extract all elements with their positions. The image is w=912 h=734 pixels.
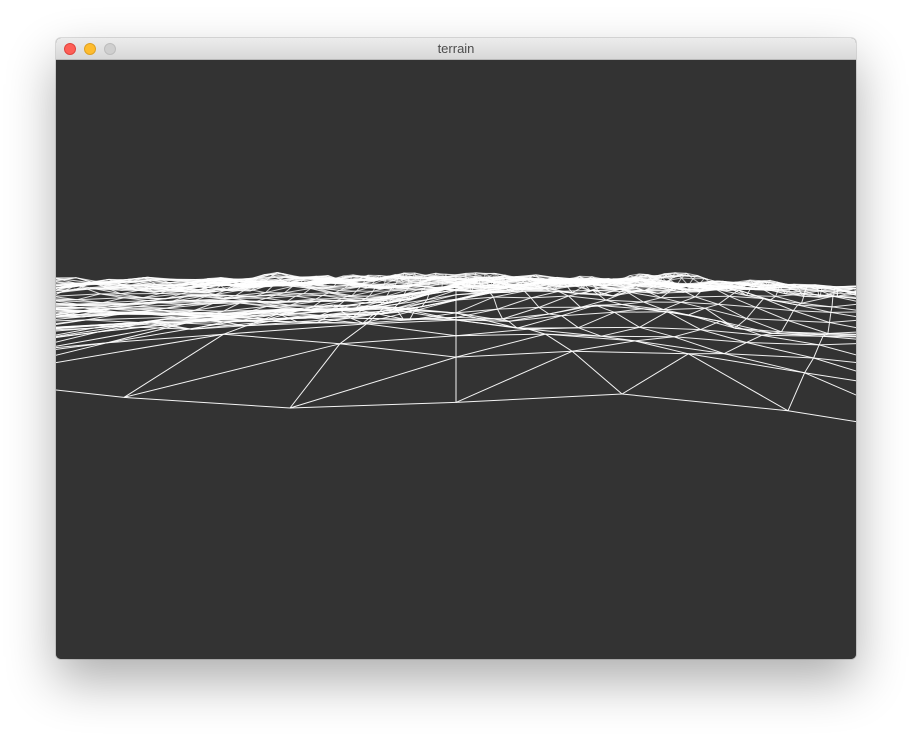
terrain-edge (295, 295, 316, 300)
terrain-edge (503, 277, 524, 279)
terrain-edge (619, 279, 630, 281)
terrain-edge (493, 296, 532, 299)
terrain-edge (695, 295, 730, 298)
terrain-edge (643, 297, 662, 303)
terrain-wireframe (56, 272, 856, 423)
terrain-edge (475, 272, 477, 277)
terrain-edge (829, 312, 832, 323)
terrain-edge (755, 298, 764, 308)
title-bar[interactable]: terrain (56, 38, 856, 60)
terrain-edge (265, 297, 288, 302)
terrain-edge (524, 290, 532, 299)
terrain-edge (455, 289, 482, 292)
terrain-edge (718, 295, 730, 305)
terrain-edge (56, 292, 58, 294)
terrain-edge (568, 295, 606, 301)
terrain-edge (489, 292, 494, 298)
terrain-edge (768, 288, 783, 291)
terrain-edge (835, 287, 856, 289)
terrain-edge (681, 277, 693, 280)
terrain-edge (830, 306, 833, 313)
terrain-edge (621, 301, 644, 305)
terrain-edge (663, 307, 706, 311)
terrain-edge (688, 283, 708, 286)
terrain-edge (793, 304, 799, 311)
terrain-edge (660, 297, 682, 303)
terrain-edge (315, 297, 342, 300)
terrain-edge (455, 308, 498, 314)
window-title: terrain (437, 41, 475, 56)
terrain-edge (530, 297, 540, 308)
terrain-edge (497, 297, 532, 310)
terrain-edge (746, 318, 789, 321)
terrain-edge (595, 304, 623, 306)
terrain-edge (746, 306, 757, 319)
terrain-edge (831, 296, 834, 307)
terrain-edge (568, 295, 581, 308)
terrain-edge (680, 296, 696, 303)
terrain-edge (829, 319, 856, 323)
terrain-edge (787, 310, 794, 321)
terrain-edge (295, 294, 323, 297)
terrain-edge (312, 284, 334, 287)
terrain-edge (497, 308, 503, 320)
terrain-edge (833, 287, 835, 297)
app-window: terrain (56, 38, 856, 659)
terrain-edge (303, 281, 324, 284)
terrain-edge (548, 306, 581, 315)
terrain-edge (717, 289, 739, 291)
terrain-edge (445, 273, 457, 276)
terrain-edge (704, 303, 719, 309)
terrain-edge (830, 311, 856, 318)
terrain-edge (151, 279, 184, 282)
terrain-edge (175, 286, 209, 288)
terrain-edge (538, 306, 550, 315)
terrain-edge (704, 307, 747, 320)
terrain-edge (661, 296, 696, 299)
terrain-edge (493, 296, 498, 310)
terrain-edge (435, 273, 446, 276)
terrain-edge (489, 286, 504, 289)
terrain-edge (831, 306, 856, 311)
terrain-edge (303, 292, 329, 295)
terrain-edge (830, 311, 856, 313)
terrain-viewport[interactable] (56, 60, 856, 659)
terrain-edge (663, 301, 682, 311)
terrain-edge (475, 272, 485, 274)
terrain-edge (831, 303, 856, 308)
